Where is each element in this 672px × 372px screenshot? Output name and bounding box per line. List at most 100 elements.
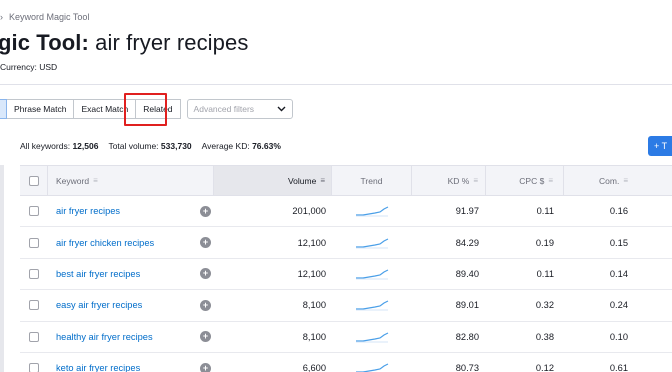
add-keyword-icon[interactable]: + <box>200 299 211 311</box>
column-keyword-label: Keyword <box>56 175 90 186</box>
kd-cell: 89.01 <box>455 300 479 311</box>
match-filter-row: Phrase Match Exact Match Related Advance… <box>0 99 293 119</box>
row-checkbox[interactable] <box>29 300 39 311</box>
summary-stats: All keywords: 12,506 Total volume: 533,7… <box>20 141 281 151</box>
column-trend-label: Trend <box>360 175 383 186</box>
table-row: air fryer chicken recipes + 12,100 84.29… <box>20 227 672 259</box>
breadcrumb-current[interactable]: Keyword Magic Tool <box>9 12 89 22</box>
column-cpc-label: CPC $ <box>519 175 545 186</box>
cpc-cell: 0.32 <box>535 300 554 311</box>
keyword-table: Keyword ≡ Volume ≡ Trend KD % ≡ CPC $ ≡ Com.… <box>20 165 672 372</box>
trend-line <box>356 363 389 372</box>
filter-sort-icon[interactable]: ≡ <box>623 176 628 185</box>
keyword-cell: keto air fryer recipes <box>48 353 214 372</box>
com-cell: 0.14 <box>609 268 628 279</box>
row-select-cell <box>20 227 48 257</box>
advanced-filters-label: Advanced filters <box>193 104 255 114</box>
keyword-link[interactable]: air fryer chicken recipes <box>56 238 154 248</box>
column-com[interactable]: Com. ≡ <box>564 166 630 195</box>
cpc-cell: 0.38 <box>535 331 554 342</box>
table-header: Keyword ≡ Volume ≡ Trend KD % ≡ CPC $ ≡ Com.… <box>20 165 672 196</box>
add-keyword-icon[interactable]: + <box>200 362 211 372</box>
volume-cell: 8,100 <box>302 331 326 342</box>
keyword-link[interactable]: healthy air fryer recipes <box>56 332 153 342</box>
select-all-checkbox[interactable] <box>28 175 39 186</box>
table-row: air fryer recipes + 201,000 91.97 0.11 0… <box>20 196 672 228</box>
tab-exact-match[interactable]: Exact Match <box>74 99 137 119</box>
trend-line <box>356 332 389 342</box>
row-select-cell <box>20 290 48 320</box>
volume-cell: 12,100 <box>297 268 326 279</box>
tab-related[interactable]: Related <box>136 99 181 119</box>
table-row: easy air fryer recipes + 8,100 89.01 0.3… <box>20 290 672 322</box>
kd-cell: 82.80 <box>455 331 479 342</box>
page-title: gic Tool: air fryer recipes <box>0 30 248 56</box>
keyword-cell: best air fryer recipes <box>48 259 214 289</box>
trend-line <box>356 269 389 279</box>
filter-sort-icon[interactable]: ≡ <box>473 176 478 185</box>
keyword-link[interactable]: best air fryer recipes <box>56 269 140 279</box>
column-kd[interactable]: KD % ≡ <box>412 166 486 195</box>
column-keyword[interactable]: Keyword ≡ <box>48 166 214 195</box>
row-checkbox[interactable] <box>29 331 39 342</box>
kd-cell: 89.40 <box>455 268 479 279</box>
left-panel-edge <box>0 165 4 372</box>
tab-phrase-match[interactable]: Phrase Match <box>7 99 75 119</box>
chevron-right-icon: › <box>0 12 3 22</box>
table-row: keto air fryer recipes + 6,600 80.73 0.1… <box>20 353 672 372</box>
keyword-link[interactable]: air fryer recipes <box>56 206 120 216</box>
trend-cell <box>332 196 412 226</box>
sort-desc-icon[interactable]: ≡ <box>320 176 325 185</box>
row-select-cell <box>20 196 48 226</box>
column-volume[interactable]: Volume ≡ <box>214 166 332 195</box>
cpc-cell: 0.11 <box>536 268 554 279</box>
keyword-link[interactable]: easy air fryer recipes <box>56 300 142 310</box>
row-select-cell <box>20 322 48 352</box>
keyword-link[interactable]: keto air fryer recipes <box>56 363 140 372</box>
row-checkbox[interactable] <box>29 206 39 217</box>
row-select-cell <box>20 259 48 289</box>
column-trend: Trend <box>332 166 412 195</box>
row-checkbox[interactable] <box>29 237 39 248</box>
total-volume-stat: Total volume: 533,730 <box>108 141 192 151</box>
filter-sort-icon[interactable]: ≡ <box>548 176 553 185</box>
add-keyword-icon[interactable]: + <box>200 205 211 217</box>
table-row: best air fryer recipes + 12,100 89.40 0.… <box>20 259 672 291</box>
keyword-cell: easy air fryer recipes <box>48 290 214 320</box>
column-com-label: Com. <box>599 175 620 186</box>
advanced-filters-dropdown[interactable]: Advanced filters <box>186 99 293 119</box>
column-cpc[interactable]: CPC $ ≡ <box>486 166 564 195</box>
chevron-down-icon <box>277 105 286 114</box>
kd-cell: 80.73 <box>455 363 479 372</box>
filter-sort-icon[interactable]: ≡ <box>93 176 98 185</box>
trend-sparkline <box>356 363 389 372</box>
com-cell: 0.10 <box>609 331 628 342</box>
trend-sparkline <box>356 238 389 249</box>
cpc-cell: 0.11 <box>536 206 554 217</box>
kd-cell: 84.29 <box>455 237 479 248</box>
breadcrumb: › Keyword Magic Tool <box>0 12 89 22</box>
row-checkbox[interactable] <box>29 363 39 372</box>
add-keyword-icon[interactable]: + <box>200 237 211 249</box>
volume-cell: 6,600 <box>302 363 326 372</box>
page-title-query: air fryer recipes <box>95 30 249 55</box>
com-cell: 0.16 <box>609 206 628 217</box>
trend-sparkline <box>356 206 389 217</box>
keyword-cell: air fryer recipes <box>48 196 214 226</box>
add-to-list-button[interactable]: + T <box>648 136 672 156</box>
trend-line <box>356 300 389 310</box>
currency-label: Currency: USD <box>0 62 58 72</box>
table-row: healthy air fryer recipes + 8,100 82.80 … <box>20 322 672 353</box>
trend-sparkline <box>356 269 389 280</box>
trend-line <box>356 238 389 248</box>
volume-cell: 201,000 <box>292 206 326 217</box>
trend-sparkline <box>356 300 389 311</box>
all-keywords-stat: All keywords: 12,506 <box>20 141 99 151</box>
tab-broad-match[interactable] <box>0 99 7 119</box>
average-kd-stat: Average KD: 76.63% <box>201 141 281 151</box>
row-select-cell <box>20 353 48 372</box>
row-checkbox[interactable] <box>29 268 39 279</box>
cpc-cell: 0.19 <box>535 237 554 248</box>
column-volume-label: Volume <box>287 175 317 186</box>
volume-cell: 12,100 <box>297 237 326 248</box>
